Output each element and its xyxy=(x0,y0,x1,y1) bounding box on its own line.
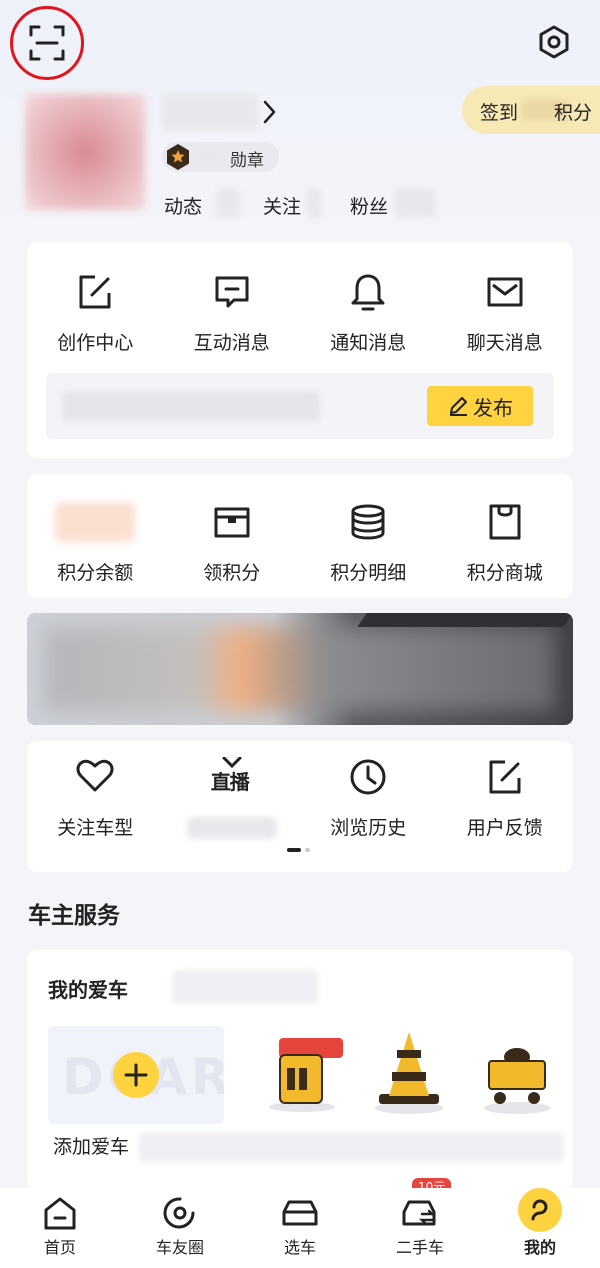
badge-count xyxy=(196,148,224,166)
clock-icon xyxy=(350,759,386,795)
tab-used-car-label: 二手车 xyxy=(395,1238,444,1257)
mail-icon xyxy=(487,277,523,307)
creation-center-item[interactable]: 创作中心 xyxy=(27,272,164,355)
shopping-bag-icon xyxy=(489,504,521,540)
notification-messages-item[interactable]: 通知消息 xyxy=(300,272,437,355)
username[interactable] xyxy=(162,93,258,131)
points-mall-label: 积分商城 xyxy=(466,562,543,584)
live-label xyxy=(186,817,277,839)
creation-center-label: 创作中心 xyxy=(57,332,134,354)
chat-messages-item[interactable]: 聊天消息 xyxy=(437,272,574,355)
feedback-icon xyxy=(489,760,521,794)
notification-messages-label: 通知消息 xyxy=(330,332,407,354)
interaction-messages-item[interactable]: 互动消息 xyxy=(164,272,301,355)
car-icon xyxy=(282,1200,318,1226)
points-card: 积分余额 领积分 积分明细 积分商城 xyxy=(27,474,573,598)
stat-fans-value xyxy=(394,188,436,218)
get-points-item[interactable]: 领积分 xyxy=(164,502,301,585)
tab-me[interactable]: 我的 xyxy=(500,1188,580,1258)
tab-used-car[interactable]: 10元 二手车 xyxy=(380,1178,460,1258)
scan-icon xyxy=(29,25,65,61)
live-item[interactable]: 直播 xyxy=(164,757,301,840)
car-services-caption xyxy=(139,1132,564,1162)
user-feedback-item[interactable]: 用户反馈 xyxy=(437,757,574,840)
publish-prompt[interactable] xyxy=(62,391,320,421)
add-car-plus-button[interactable] xyxy=(113,1052,159,1098)
stat-following-value xyxy=(306,188,322,218)
tab-home[interactable]: 首页 xyxy=(20,1196,100,1258)
box-icon xyxy=(214,507,250,538)
settings-hex-icon xyxy=(539,25,569,59)
traffic-cone-icon[interactable] xyxy=(375,1032,443,1114)
stat-dynamics-value xyxy=(216,188,240,218)
browse-history-label: 浏览历史 xyxy=(330,817,407,839)
avatar[interactable] xyxy=(25,94,145,210)
my-car-title: 我的爱车 xyxy=(48,978,128,1002)
points-balance-label: 积分余额 xyxy=(57,562,134,584)
live-tv-icon: 直播 xyxy=(210,757,254,797)
checkin-points-unit: 积分 xyxy=(554,102,593,124)
pencil-icon xyxy=(450,397,467,416)
promo-banner[interactable] xyxy=(27,613,573,725)
tab-circle-label: 车友圈 xyxy=(155,1238,204,1257)
interaction-messages-label: 互动消息 xyxy=(193,332,270,354)
heart-icon xyxy=(76,759,114,792)
stat-fans-label[interactable]: 粉丝 xyxy=(350,192,388,219)
add-car-label: 添加爱车 xyxy=(53,1136,130,1158)
shortcuts-card: 关注车型 直播 浏览历史 用户反馈 xyxy=(27,741,573,872)
browse-history-item[interactable]: 浏览历史 xyxy=(300,757,437,840)
comment-icon xyxy=(215,276,249,308)
stat-dynamics-label[interactable]: 动态 xyxy=(164,192,202,219)
publish-label: 发布 xyxy=(473,395,513,420)
chat-messages-label: 聊天消息 xyxy=(466,332,543,354)
settings-button[interactable] xyxy=(536,24,572,60)
publish-button[interactable]: 发布 xyxy=(427,386,533,426)
checkin-label: 签到 xyxy=(480,102,519,124)
me-icon xyxy=(518,1188,562,1232)
badge-label: 勋章 xyxy=(230,151,264,171)
owner-services-title: 车主服务 xyxy=(28,903,120,929)
points-balance-value xyxy=(55,502,136,542)
points-details-label: 积分明细 xyxy=(330,562,407,584)
fuel-station-icon[interactable] xyxy=(267,1032,347,1114)
followed-models-item[interactable]: 关注车型 xyxy=(27,757,164,840)
user-feedback-label: 用户反馈 xyxy=(466,817,543,839)
bell-icon xyxy=(351,274,385,311)
tab-select-car-label: 选车 xyxy=(283,1238,316,1257)
page-indicator xyxy=(287,848,310,852)
my-car-card: 我的爱车 DCAR 添加爱车 xyxy=(27,950,573,1190)
add-car-tile[interactable]: DCAR xyxy=(48,1026,224,1124)
checkin-button[interactable]: 签到 积分 xyxy=(462,86,600,134)
messages-card: 创作中心 互动消息 通知消息 聊天消息 发布 xyxy=(27,242,573,458)
tab-home-label: 首页 xyxy=(43,1238,76,1257)
scan-button[interactable] xyxy=(10,6,84,80)
points-balance-item[interactable]: 积分余额 xyxy=(27,502,164,585)
followed-models-label: 关注车型 xyxy=(57,817,134,839)
stat-following-label[interactable]: 关注 xyxy=(263,192,301,219)
medal-icon xyxy=(167,144,189,170)
tab-select-car[interactable]: 选车 xyxy=(260,1196,340,1258)
plus-icon xyxy=(124,1063,148,1087)
points-details-item[interactable]: 积分明细 xyxy=(300,502,437,585)
tab-me-label: 我的 xyxy=(523,1238,556,1257)
tab-circle[interactable]: 车友圈 xyxy=(140,1196,220,1258)
chevron-right-icon xyxy=(263,100,276,124)
edit-square-icon xyxy=(79,275,111,309)
used-car-icon xyxy=(402,1200,436,1226)
my-car-subtitle xyxy=(172,970,318,1004)
shopping-cart-icon[interactable] xyxy=(482,1040,552,1114)
get-points-label: 领积分 xyxy=(203,562,261,584)
points-mall-item[interactable]: 积分商城 xyxy=(437,502,574,585)
home-icon xyxy=(44,1197,76,1230)
publish-bar: 发布 xyxy=(46,373,554,439)
circle-icon xyxy=(163,1197,195,1229)
used-car-badge: 10元 xyxy=(412,1178,452,1188)
badge-pill[interactable]: 勋章 xyxy=(162,142,279,172)
database-icon xyxy=(351,504,385,540)
